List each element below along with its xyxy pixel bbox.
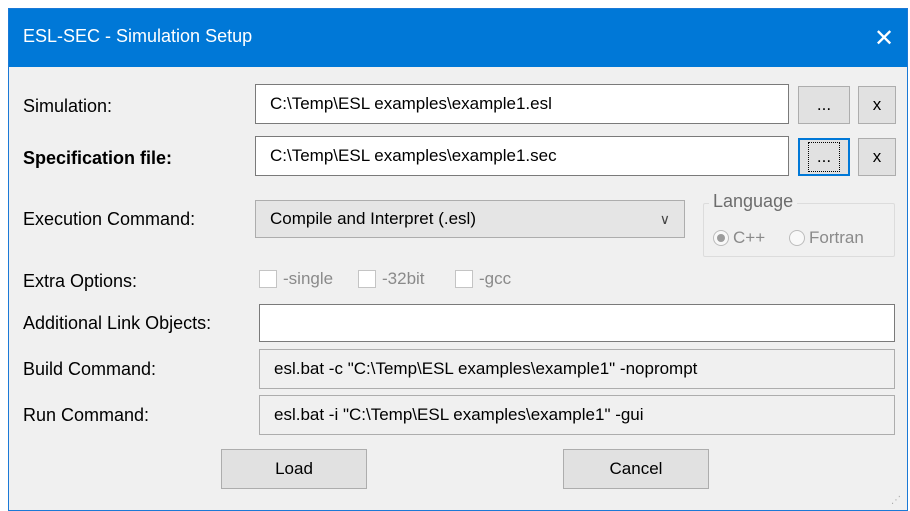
clear-label: x — [872, 147, 882, 166]
specification-path-input[interactable]: C:\Temp\ESL examples\example1.sec — [255, 136, 789, 176]
execution-command-select[interactable]: Compile and Interpret (.esl) ∨ — [255, 200, 685, 238]
run-command-field[interactable]: esl.bat -i "C:\Temp\ESL examples\example… — [259, 395, 895, 435]
simulation-label: Simulation: — [23, 96, 113, 116]
checkbox-icon — [259, 270, 277, 288]
cancel-button-label: Cancel — [609, 459, 663, 478]
checkbox-32bit[interactable]: -32bit — [358, 269, 425, 289]
language-group-title: Language — [709, 191, 798, 212]
window-title: ESL-SEC - Simulation Setup — [23, 26, 253, 46]
radio-fortran[interactable]: Fortran — [789, 228, 864, 248]
radio-cpp-label: C++ — [733, 228, 766, 247]
browse-label: ... — [816, 147, 832, 166]
simulation-clear-button[interactable]: x — [858, 86, 896, 124]
radio-selected-icon — [713, 230, 729, 246]
load-button-label: Load — [275, 459, 313, 478]
cancel-button[interactable]: Cancel — [563, 449, 709, 489]
additional-link-objects-label: Additional Link Objects: — [23, 313, 212, 333]
radio-fortran-label: Fortran — [809, 228, 864, 247]
simulation-browse-button[interactable]: ... — [798, 86, 850, 124]
checkbox-gcc[interactable]: -gcc — [455, 269, 511, 289]
additional-link-objects-input[interactable] — [259, 304, 895, 342]
load-button[interactable]: Load — [221, 449, 367, 489]
checkbox-gcc-label: -gcc — [479, 269, 512, 288]
execution-command-value: Compile and Interpret (.esl) — [270, 209, 476, 228]
clear-label: x — [872, 95, 882, 114]
checkbox-icon — [455, 270, 473, 288]
resize-grip-icon[interactable]: ⋰ — [891, 495, 901, 506]
close-button[interactable]: ✕ — [861, 9, 907, 67]
build-command-field[interactable]: esl.bat -c "C:\Temp\ESL examples\example… — [259, 349, 895, 389]
checkbox-single-label: -single — [283, 269, 334, 288]
specification-file-label: Specification file: — [23, 148, 173, 168]
chevron-down-icon: ∨ — [659, 211, 670, 227]
title-bar: ESL-SEC - Simulation Setup ✕ — [9, 9, 907, 67]
build-command-label: Build Command: — [23, 359, 157, 379]
checkbox-32bit-label: -32bit — [382, 269, 425, 288]
checkbox-single[interactable]: -single — [259, 269, 333, 289]
specification-browse-button[interactable]: ... — [798, 138, 850, 176]
radio-cpp[interactable]: C++ — [713, 228, 765, 248]
run-command-label: Run Command: — [23, 405, 150, 425]
extra-options-label: Extra Options: — [23, 271, 138, 291]
specification-clear-button[interactable]: x — [858, 138, 896, 176]
execution-command-label: Execution Command: — [23, 209, 196, 229]
checkbox-icon — [358, 270, 376, 288]
browse-label: ... — [816, 95, 832, 114]
simulation-path-input[interactable]: C:\Temp\ESL examples\example1.esl — [255, 84, 789, 124]
close-icon: ✕ — [873, 24, 895, 52]
radio-unselected-icon — [789, 230, 805, 246]
simulation-setup-dialog: ESL-SEC - Simulation Setup ✕ Simulation:… — [8, 8, 908, 511]
focus-rect: ... — [808, 142, 840, 172]
